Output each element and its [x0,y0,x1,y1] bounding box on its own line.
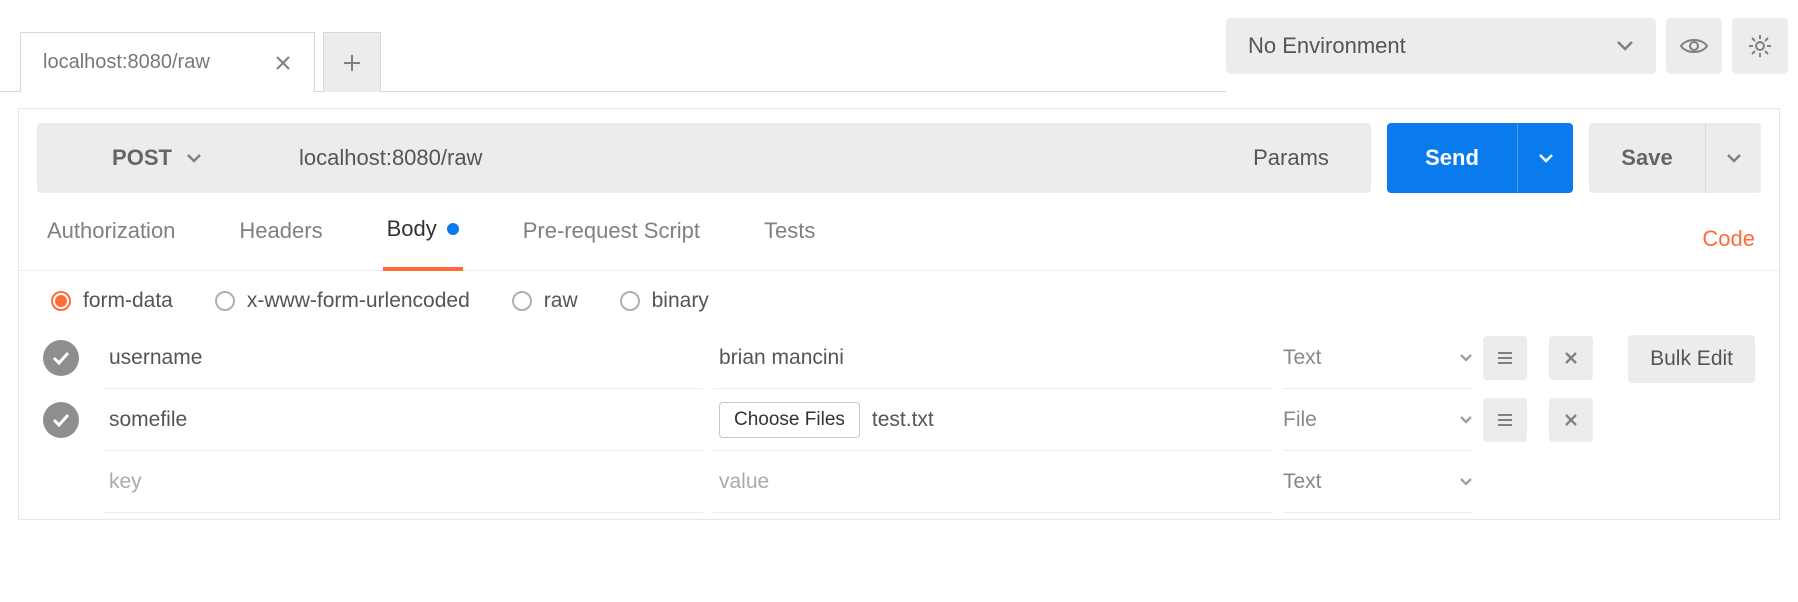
row-options-button[interactable] [1483,398,1527,442]
body-type-raw[interactable]: raw [512,289,578,313]
environment-label: No Environment [1248,33,1406,59]
chevron-down-icon [1459,415,1473,424]
request-panel: POST localhost:8080/raw Params Send Save [18,108,1780,520]
chevron-down-icon [1459,477,1473,486]
row-delete-button[interactable] [1549,336,1593,380]
radio-icon [620,291,640,311]
key-input[interactable]: key [103,451,703,513]
value-input[interactable]: brian mancini [713,327,1273,389]
preview-button[interactable] [1666,18,1722,74]
check-icon [52,413,70,427]
close-icon [1564,413,1578,427]
chevron-down-icon [1459,353,1473,362]
check-icon [52,351,70,365]
environment-select[interactable]: No Environment [1226,18,1656,74]
form-row-new: key value Text [43,451,1759,513]
type-select[interactable]: Text [1283,346,1473,370]
send-button[interactable]: Send [1387,123,1517,193]
send-dropdown[interactable] [1517,123,1573,193]
chevron-down-icon [1538,153,1554,163]
chevron-down-icon [1726,153,1742,163]
modified-dot-icon [447,223,459,235]
chevron-down-icon [1616,40,1634,52]
row-enable-toggle[interactable] [43,402,79,438]
method-label: POST [112,145,172,171]
tab-authorization[interactable]: Authorization [43,207,179,270]
key-input[interactable]: somefile [103,389,703,451]
close-icon[interactable] [270,54,296,72]
url-value: localhost:8080/raw [299,145,482,171]
type-select[interactable]: Text [1283,470,1473,494]
save-dropdown[interactable] [1705,123,1761,193]
radio-icon [215,291,235,311]
chevron-down-icon [186,153,202,163]
list-icon [1496,413,1514,427]
file-name: test.txt [872,408,934,432]
value-input[interactable]: value [713,451,1273,513]
body-type-urlencoded[interactable]: x-www-form-urlencoded [215,289,470,313]
settings-button[interactable] [1732,18,1788,74]
key-input[interactable]: username [103,327,703,389]
choose-files-button[interactable]: Choose Files [719,402,860,438]
list-icon [1496,351,1514,365]
radio-icon [51,291,71,311]
tab-tests[interactable]: Tests [760,207,819,270]
value-input[interactable]: Choose Files test.txt [713,389,1273,451]
tab-headers[interactable]: Headers [235,207,326,270]
save-button[interactable]: Save [1589,123,1705,193]
add-tab-button[interactable] [323,32,381,92]
params-button[interactable]: Params [1211,123,1371,193]
body-type-binary[interactable]: binary [620,289,709,313]
eye-icon [1679,36,1709,56]
form-row: username brian mancini Text [43,327,1759,389]
body-type-form-data[interactable]: form-data [51,289,173,313]
tab-title: localhost:8080/raw [43,51,210,74]
tab-prerequest[interactable]: Pre-request Script [519,207,704,270]
code-link[interactable]: Code [1702,226,1755,252]
radio-icon [512,291,532,311]
request-tab[interactable]: localhost:8080/raw [20,32,315,92]
method-select[interactable]: POST [37,123,277,193]
gear-icon [1747,33,1773,59]
form-row: somefile Choose Files test.txt File [43,389,1759,451]
row-enable-toggle[interactable] [43,340,79,376]
url-input[interactable]: localhost:8080/raw [277,123,1211,193]
bulk-edit-button[interactable]: Bulk Edit [1628,335,1755,383]
row-options-button[interactable] [1483,336,1527,380]
tab-strip: localhost:8080/raw [0,0,1226,92]
row-delete-button[interactable] [1549,398,1593,442]
close-icon [1564,351,1578,365]
tab-body[interactable]: Body [383,208,463,271]
type-select[interactable]: File [1283,408,1473,432]
